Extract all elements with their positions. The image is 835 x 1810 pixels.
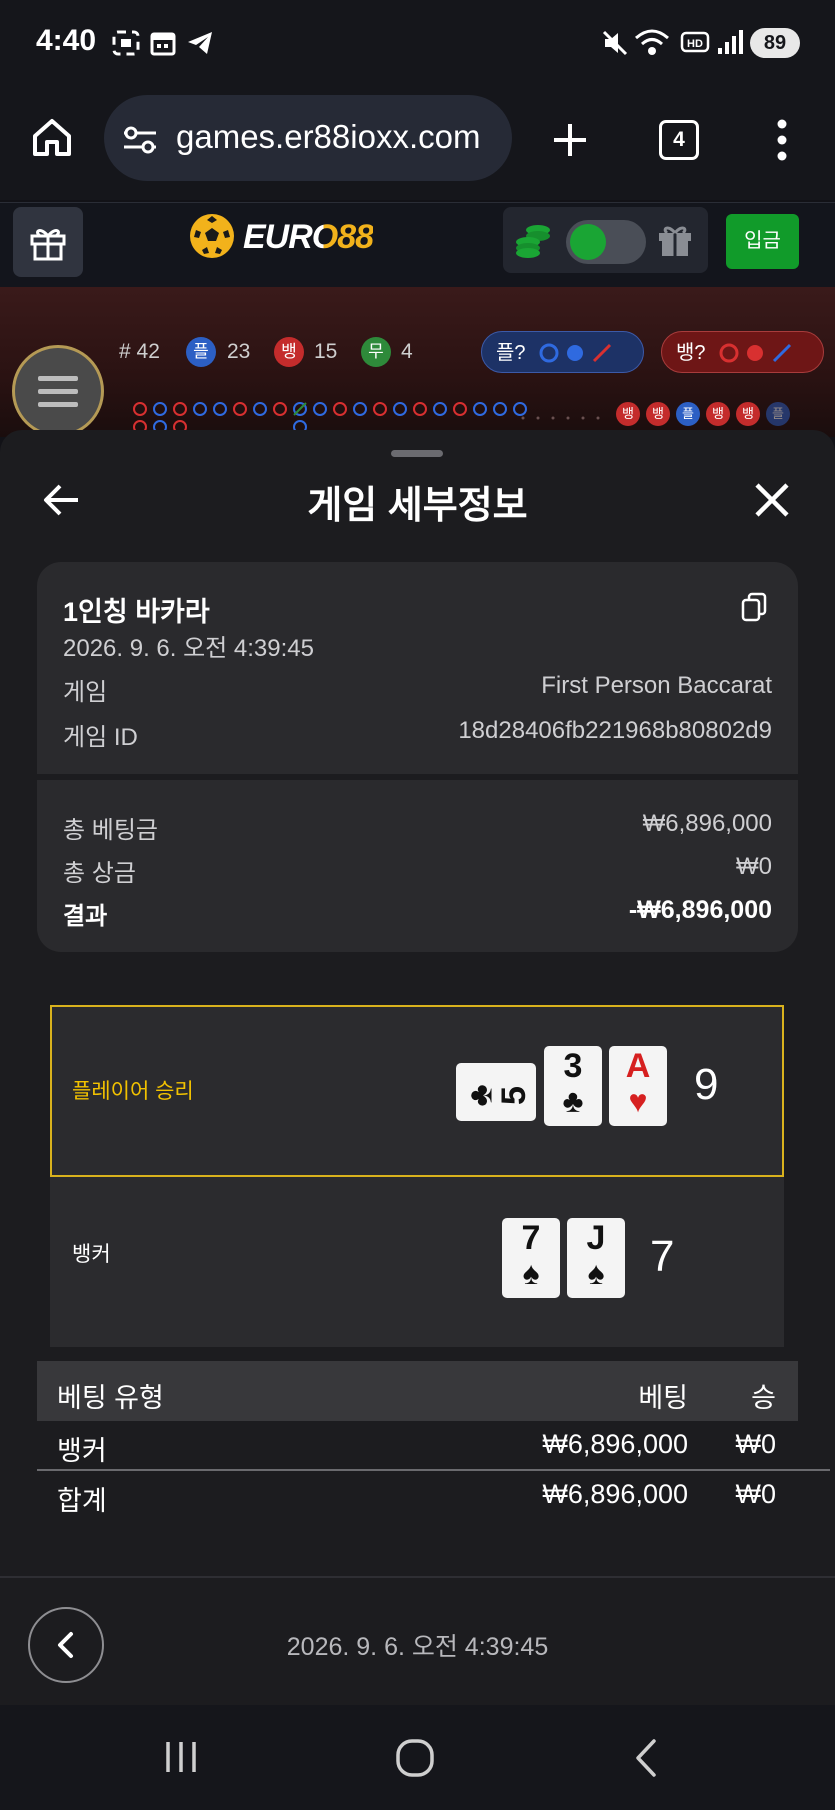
road-grid-dots [520,408,610,426]
card-rank: J [586,1219,606,1257]
footer-divider [0,1576,835,1578]
close-icon[interactable] [752,480,792,525]
bet-table-total-win: ₩0 [735,1479,777,1509]
playing-card: 7 ♠ [502,1218,560,1298]
overflow-menu-icon[interactable] [772,118,792,167]
round-number: # 42 [119,340,160,363]
playing-card: J ♠ [567,1218,625,1298]
playing-card: A ♥ [609,1046,667,1126]
wifi-icon [634,28,670,63]
address-bar-url: games.er88ioxx.com [176,118,481,155]
card-rank: 7 [521,1219,541,1257]
calendar-icon [150,30,176,61]
player-badge: 플 [186,337,216,367]
player-hand-label: 플레이어 승리 [72,1080,194,1103]
banker-count: 15 [314,340,338,363]
tie-count: 4 [401,340,413,363]
prediction-icons [538,342,628,369]
new-tab-icon[interactable] [550,120,590,165]
hamburger-icon [36,372,80,415]
bead-road-item: 뱅 [706,402,730,426]
bet-table-row-bet: ₩6,896,000 [542,1429,688,1459]
balance-toggle-knob [570,224,606,260]
home-button-icon[interactable] [395,1738,435,1783]
card-rank: 3 [563,1047,583,1085]
site-settings-icon[interactable] [122,124,158,161]
site-logo[interactable]: EURO88 [243,218,374,257]
game-id-label: 게임 ID [63,724,138,751]
card-suit: ♠ [522,1255,540,1291]
prediction-icons [718,342,808,369]
result-value: -₩6,896,000 [628,896,772,924]
copy-icon[interactable] [740,592,768,627]
bead-road-item: 뱅 [736,402,760,426]
tab-switcher-button[interactable]: 4 [659,120,699,160]
card-suit: ♠ [587,1255,605,1291]
banker-prediction-label: 뱅? [676,342,706,364]
bet-table-divider [37,1469,830,1471]
bet-table-header-win: 승 [751,1383,776,1413]
bead-road-item: 뱅 [646,402,670,426]
gift-icon [28,222,68,267]
mute-icon [600,28,630,63]
banker-hand-label: 뱅커 [72,1243,111,1266]
banker-score: 7 [650,1232,675,1281]
coins-icon [514,222,554,263]
total-bet-value: ₩6,896,000 [642,810,772,837]
player-count: 23 [227,340,251,363]
tie-badge: 무 [361,337,391,367]
soccer-ball-logo-icon [190,214,234,258]
card-suit: ♥ [628,1083,648,1119]
game-value: First Person Baccarat [541,672,772,699]
home-icon[interactable] [30,116,74,163]
game-id-value[interactable]: 18d28406fb221968b80802d9 [380,717,772,745]
bet-table-header-type: 베팅 유형 [57,1383,164,1413]
bead-road-item: 플 [676,402,700,426]
total-win-value: ₩0 [736,853,772,880]
battery-indicator: 89 [750,28,800,58]
screenshot-icon [112,30,140,61]
card-divider [37,774,798,780]
site-header [0,202,835,288]
hd-icon: HD [680,30,710,61]
player-prediction-label: 플? [496,342,526,364]
bet-table-row-win: ₩0 [735,1429,777,1459]
player-score: 9 [694,1060,719,1109]
recents-icon[interactable] [163,1740,199,1779]
sheet-drag-handle[interactable] [391,450,443,457]
bet-table-row-type: 뱅커 [57,1436,107,1466]
card-suit: ♣ [562,1083,584,1119]
card-suit: ♣ [461,1084,500,1107]
system-back-icon[interactable] [633,1738,659,1783]
card-rank: A [625,1047,651,1085]
footer-datetime: 2026. 9. 6. 오전 4:39:45 [286,1633,549,1661]
svg-text:HD: HD [687,38,703,50]
total-bet-label: 총 베팅금 [63,817,158,844]
bet-table-total-bet: ₩6,896,000 [542,1479,688,1509]
status-time: 4:40 [36,24,97,57]
bet-table-header-bet: 베팅 [638,1383,688,1413]
game-name: 1인칭 바카라 [63,597,210,627]
result-label: 결과 [63,903,108,930]
game-label: 게임 [63,679,108,706]
deposit-button[interactable]: 입금 [726,214,799,269]
banker-badge: 뱅 [274,337,304,367]
sheet-title: 게임 세부정보 [307,485,528,527]
site-logo-text: EURO88 [243,218,374,256]
signal-icon [716,28,744,61]
bead-road-item: 플 [766,402,790,426]
card-rank: 5 [495,1086,534,1105]
game-datetime: 2026. 9. 6. 오전 4:39:45 [63,635,314,662]
bet-table-total-type: 합계 [57,1486,107,1516]
playing-card: 5 ♣ [456,1063,536,1121]
playing-card: 3 ♣ [544,1046,602,1126]
bead-road-item: 뱅 [616,402,640,426]
gift-icon[interactable] [656,222,694,263]
telegram-icon [186,30,214,61]
total-win-label: 총 상금 [63,860,136,887]
